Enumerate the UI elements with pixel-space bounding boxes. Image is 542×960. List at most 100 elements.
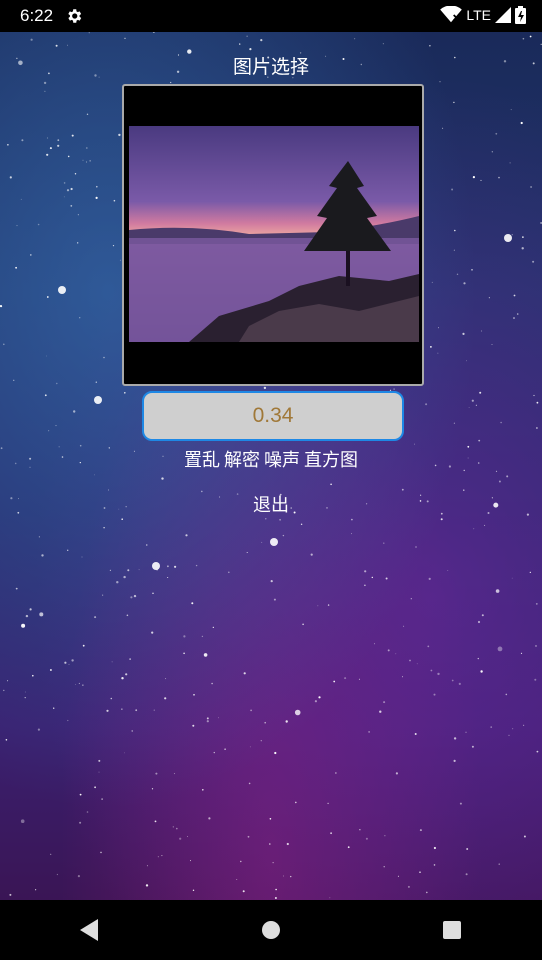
star (3, 343, 5, 346)
star (383, 542, 385, 544)
star (512, 728, 514, 730)
star (250, 709, 253, 712)
star (63, 182, 66, 184)
star (112, 245, 115, 247)
star (56, 873, 59, 876)
noise-button[interactable]: 噪声 (264, 450, 300, 471)
star (243, 672, 246, 675)
star (152, 32, 155, 33)
star (480, 179, 482, 181)
star (393, 388, 395, 390)
star (438, 327, 439, 329)
star (24, 697, 26, 699)
star (283, 875, 284, 877)
star (484, 524, 486, 526)
star (249, 746, 251, 748)
star (264, 721, 267, 724)
star (179, 837, 182, 840)
star (103, 527, 105, 529)
star (25, 614, 29, 618)
star (20, 819, 25, 823)
star (211, 682, 213, 685)
star (88, 32, 90, 34)
decrypt-button[interactable]: 解密 (224, 450, 260, 471)
star (425, 403, 428, 406)
histogram-button[interactable]: 直方图 (304, 450, 358, 471)
star (35, 889, 37, 891)
star (358, 678, 360, 680)
star (536, 427, 538, 429)
star (49, 147, 52, 150)
star (506, 475, 509, 478)
star (174, 565, 177, 568)
selected-image-frame[interactable] (122, 84, 424, 386)
scramble-button[interactable]: 置乱 (184, 450, 220, 471)
star (43, 81, 47, 85)
star (202, 789, 204, 791)
recents-icon[interactable] (437, 915, 467, 945)
star (79, 821, 82, 824)
page-title[interactable]: 图片选择 (0, 52, 542, 79)
star (274, 897, 277, 899)
star (218, 717, 220, 719)
star (155, 772, 158, 775)
signal-icon (495, 7, 511, 23)
star (246, 35, 248, 37)
star (7, 144, 9, 146)
star (447, 570, 449, 571)
star (330, 832, 332, 835)
star (480, 670, 483, 673)
star (102, 594, 104, 596)
star (536, 401, 539, 404)
star (466, 848, 469, 850)
star (535, 603, 538, 605)
star (317, 605, 319, 607)
value-input[interactable]: 0.34 (142, 391, 404, 441)
star (213, 751, 215, 754)
clock: 6:22 (20, 6, 54, 25)
star (354, 38, 356, 40)
star (511, 577, 513, 579)
star (46, 137, 49, 139)
star (272, 862, 274, 864)
star (161, 477, 164, 480)
star (151, 631, 154, 634)
star (533, 394, 535, 397)
star (471, 269, 473, 271)
star (246, 552, 248, 553)
star (478, 439, 481, 442)
star (263, 386, 267, 390)
home-icon[interactable] (256, 915, 286, 945)
star (125, 673, 128, 676)
star (70, 205, 73, 207)
star (145, 884, 149, 887)
star (498, 176, 500, 179)
star (9, 176, 12, 179)
star (351, 518, 353, 521)
star (157, 856, 159, 858)
star (9, 893, 12, 896)
star (78, 682, 80, 684)
star (510, 109, 512, 111)
star (497, 646, 503, 652)
star (206, 717, 209, 720)
star (53, 707, 55, 709)
star (477, 657, 479, 660)
back-icon[interactable] (75, 915, 105, 945)
star (138, 569, 140, 571)
star (248, 782, 251, 785)
star (318, 696, 321, 699)
star (521, 247, 524, 250)
star (236, 879, 238, 880)
star (67, 44, 68, 46)
star (440, 518, 443, 521)
star (50, 853, 52, 855)
star (242, 890, 245, 893)
star (131, 730, 133, 732)
star (275, 888, 277, 891)
star (477, 620, 481, 624)
star (365, 837, 368, 840)
star (453, 249, 455, 251)
exit-button[interactable]: 退出 (0, 491, 542, 517)
star (314, 700, 317, 703)
